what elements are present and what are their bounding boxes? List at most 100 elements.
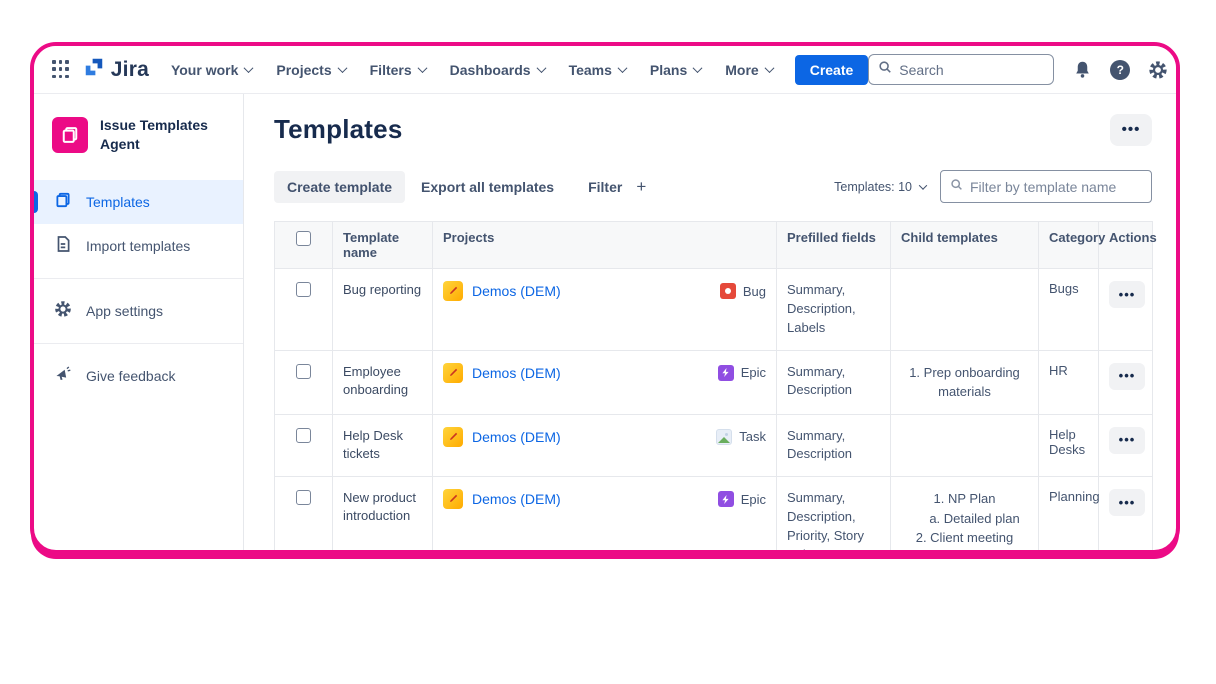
add-filter-icon[interactable]: + <box>636 177 646 197</box>
sidebar-menu: Templates Import templates <box>34 180 243 398</box>
child-templates: 1. NP Plana. Detailed plan2. Client meet… <box>891 477 1039 553</box>
project-link[interactable]: Demos (DEM) <box>472 429 561 445</box>
project-link[interactable]: Demos (DEM) <box>472 365 561 381</box>
col-header-actions: Actions <box>1099 222 1153 269</box>
selected-indicator <box>34 191 38 213</box>
nav-item-plans[interactable]: Plans <box>650 62 701 78</box>
create-button[interactable]: Create <box>795 55 869 85</box>
category: Bugs <box>1039 269 1099 351</box>
chevron-down-icon <box>764 63 774 73</box>
prefilled-fields: Summary, Description, Labels <box>777 269 891 351</box>
chevron-down-icon <box>617 63 627 73</box>
app-header: Issue Templates Agent <box>34 112 243 168</box>
col-header-projects: Projects <box>433 222 777 269</box>
sidebar-divider <box>34 278 243 279</box>
table-row: Help Desk tickets Demos (DEM) Task Summa… <box>275 414 1153 477</box>
table-row: New product introduction Demos (DEM) Epi… <box>275 477 1153 553</box>
filter-button[interactable]: Filter <box>578 171 624 203</box>
row-checkbox[interactable] <box>296 364 311 379</box>
page-title: Templates <box>274 114 402 145</box>
project-avatar <box>443 489 463 509</box>
search-icon <box>878 60 892 79</box>
template-name: New product introduction <box>343 490 416 523</box>
settings-icon[interactable] <box>1146 58 1170 82</box>
template-table-body: Bug reporting Demos (DEM) Bug Summary, D… <box>275 269 1153 554</box>
table-header-row: Template name Projects Prefilled fields … <box>275 222 1153 269</box>
col-header-category: Category <box>1039 222 1099 269</box>
child-templates <box>891 414 1039 477</box>
template-name: Bug reporting <box>343 282 421 297</box>
category: Planning <box>1039 477 1099 553</box>
app-switcher-icon[interactable] <box>52 60 69 79</box>
nav-item-your-work[interactable]: Your work <box>171 62 252 78</box>
jira-logo-icon <box>83 56 105 83</box>
row-checkbox[interactable] <box>296 490 311 505</box>
help-icon[interactable]: ? <box>1110 60 1130 80</box>
sidebar-item-import-templates[interactable]: Import templates <box>34 224 243 268</box>
row-actions-button[interactable]: ••• <box>1109 427 1145 454</box>
nav-item-more[interactable]: More <box>725 62 772 78</box>
template-filter-input[interactable] <box>970 179 1142 195</box>
template-name: Help Desk tickets <box>343 428 403 461</box>
export-all-templates-button[interactable]: Export all templates <box>411 171 564 203</box>
row-actions-button[interactable]: ••• <box>1109 489 1145 516</box>
sidebar-item-give-feedback[interactable]: Give feedback <box>34 354 243 398</box>
nav-item-teams[interactable]: Teams <box>569 62 626 78</box>
global-search[interactable] <box>868 54 1054 85</box>
chevron-down-icon <box>536 63 546 73</box>
nav-item-dashboards[interactable]: Dashboards <box>450 62 545 78</box>
top-nav: Jira Your work Projects Filters Dashboar… <box>34 46 1176 94</box>
row-checkbox[interactable] <box>296 282 311 297</box>
prefilled-fields: Summary, Description <box>777 350 891 414</box>
issue-type-label: Bug <box>743 284 766 299</box>
chevron-down-icon <box>919 181 927 189</box>
import-document-icon <box>54 235 72 256</box>
issue-type-label: Task <box>739 429 766 444</box>
category: Help Desks <box>1039 414 1099 477</box>
table-row: Bug reporting Demos (DEM) Bug Summary, D… <box>275 269 1153 351</box>
sidebar: Issue Templates Agent Templates <box>34 94 244 553</box>
main-content: Templates ••• Create template Export all… <box>244 94 1176 553</box>
select-all-checkbox[interactable] <box>296 231 311 246</box>
sidebar-item-app-settings[interactable]: App settings <box>34 289 243 333</box>
nav-item-filters[interactable]: Filters <box>370 62 426 78</box>
task-icon <box>716 429 732 445</box>
templates-table: Template name Projects Prefilled fields … <box>274 221 1153 553</box>
epic-icon <box>718 491 734 507</box>
child-templates: 1. Prep onboarding materials <box>891 350 1039 414</box>
nav-item-projects[interactable]: Projects <box>276 62 345 78</box>
sidebar-item-label: Give feedback <box>86 368 176 384</box>
issue-templates-agent-logo <box>52 117 88 153</box>
search-input[interactable] <box>899 62 1044 78</box>
col-header-template-name: Template name <box>333 222 433 269</box>
prefilled-fields: Summary, Description <box>777 414 891 477</box>
template-name: Employee onboarding <box>343 364 408 397</box>
row-actions-button[interactable]: ••• <box>1109 363 1145 390</box>
sidebar-item-templates[interactable]: Templates <box>34 180 243 224</box>
table-row: Employee onboarding Demos (DEM) Epic Sum… <box>275 350 1153 414</box>
gear-icon <box>54 300 72 321</box>
jira-logo[interactable]: Jira <box>83 56 149 83</box>
chevron-down-icon <box>693 63 703 73</box>
prefilled-fields: Summary, Description, Priority, Story Po… <box>777 477 891 553</box>
issue-type-label: Epic <box>741 492 766 507</box>
create-template-button[interactable]: Create template <box>274 171 405 203</box>
project-link[interactable]: Demos (DEM) <box>472 283 561 299</box>
templates-icon <box>54 191 72 212</box>
search-icon <box>950 178 963 196</box>
templates-count-dropdown[interactable]: Templates: 10 <box>834 180 926 194</box>
row-actions-button[interactable]: ••• <box>1109 281 1145 308</box>
issue-type-label: Epic <box>741 365 766 380</box>
template-filter-box[interactable] <box>940 170 1152 203</box>
project-link[interactable]: Demos (DEM) <box>472 491 561 507</box>
row-checkbox[interactable] <box>296 428 311 443</box>
app-title: Issue Templates Agent <box>100 116 210 154</box>
nav-menu: Your work Projects Filters Dashboards Te… <box>171 62 773 78</box>
project-avatar <box>443 427 463 447</box>
col-header-prefilled-fields: Prefilled fields <box>777 222 891 269</box>
nav-right: ? OS <box>868 54 1180 85</box>
notifications-icon[interactable] <box>1070 58 1094 82</box>
chevron-down-icon <box>417 63 427 73</box>
page-more-button[interactable]: ••• <box>1110 114 1152 146</box>
sidebar-item-label: Templates <box>86 194 150 210</box>
